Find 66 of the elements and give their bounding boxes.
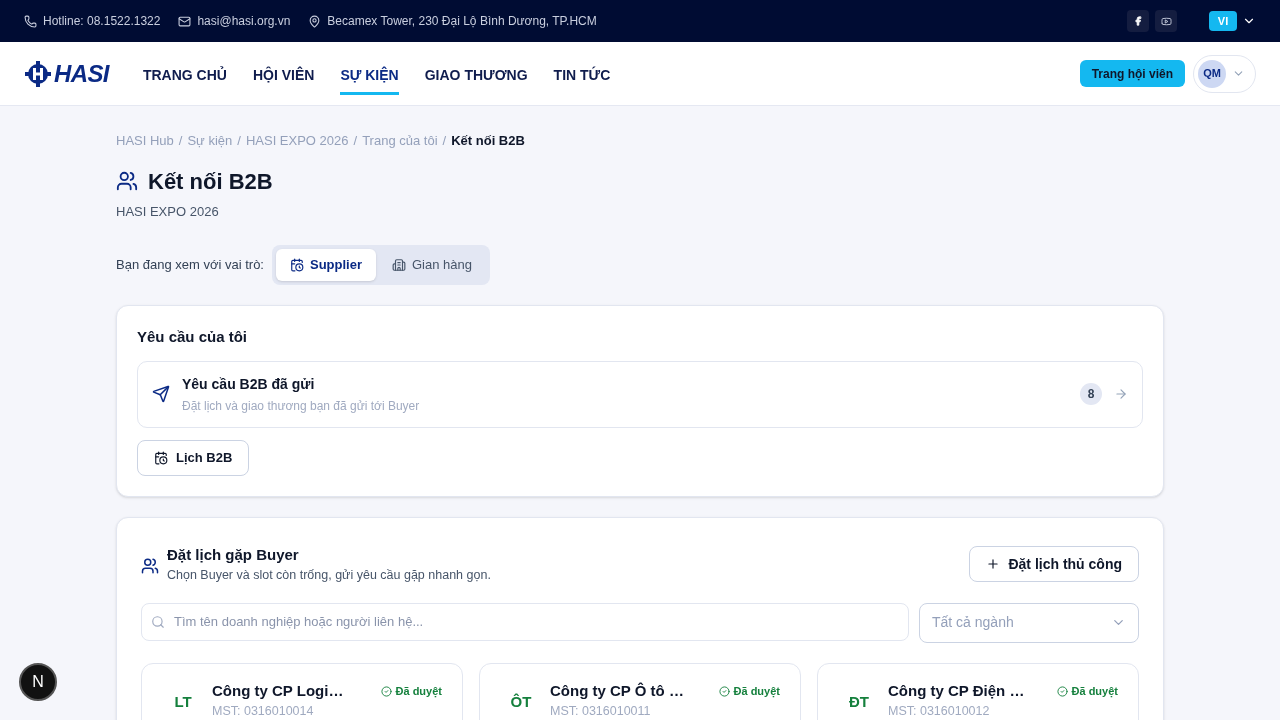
role-label: Bạn đang xem với vai trò: — [116, 256, 264, 275]
breadcrumb-separator: / — [178, 132, 183, 150]
member-page-button[interactable]: Trang hội viên — [1079, 60, 1185, 87]
nav-link[interactable]: TRANG CHỦ — [142, 58, 227, 95]
breadcrumb-separator: / — [442, 132, 447, 150]
tax-code: MST: 0316010012 — [888, 703, 991, 720]
role-tab[interactable]: Gian hàng — [378, 249, 486, 281]
status-label: Đã duyệt — [733, 683, 780, 700]
facebook-button[interactable] — [1127, 10, 1149, 32]
send-icon — [152, 385, 170, 403]
dev-tools-button[interactable]: N — [19, 663, 57, 701]
gear-icon — [24, 59, 52, 88]
search-field[interactable]: Tìm tên doanh nghiệp hoặc người liên hệ... — [141, 602, 909, 641]
manual-booking-button[interactable]: Đặt lịch thủ công — [969, 546, 1139, 583]
tax-code: MST: 0316010014 — [212, 703, 315, 720]
logo[interactable]: HASI — [24, 59, 109, 88]
tax-code: MST: 0316010011 — [550, 703, 652, 720]
building-icon — [392, 258, 406, 272]
status-label: Đã duyệt — [1071, 683, 1118, 700]
check-circle-icon — [380, 685, 392, 697]
address-text: Becamex Tower, 230 Đại Lộ Bình Dương, TP.HCM — [327, 13, 597, 30]
check-circle-icon — [1056, 685, 1068, 697]
initials: ĐT — [848, 691, 870, 712]
buyer-card[interactable]: ĐT Công ty CP Điện … MST: 0316010012 Đã duyệt — [817, 662, 1139, 720]
breadcrumb-link[interactable]: Kết nối B2B — [451, 131, 525, 151]
calendar-icon — [290, 258, 304, 272]
buyer-card[interactable]: LT Công ty CP Logi… MST: 0316010014 Đã duyệt — [141, 662, 463, 720]
buyer-card[interactable]: ÔT Công ty CP Ô tô … MST: 0316010011 Đã duyệt — [479, 662, 801, 720]
count-badge: 8 — [1080, 383, 1102, 405]
youtube-button[interactable] — [1155, 10, 1177, 32]
avatar: QM — [1198, 59, 1226, 88]
email-text: hasi@hasi.org.vn — [197, 13, 291, 30]
page-title: Kết nối B2B — [148, 167, 273, 196]
breadcrumb-separator: / — [237, 132, 241, 150]
company-name: Công ty CP Logi… — [212, 680, 345, 701]
card-subtitle: Chọn Buyer và slot còn trống, gửi yêu cầu gặp nhanh gọn. — [167, 567, 491, 584]
company-name: Công ty CP Điện … — [888, 680, 1026, 701]
users-icon — [116, 170, 138, 192]
calendar-icon — [154, 450, 168, 465]
location-icon — [308, 14, 322, 28]
calendar-button[interactable]: Lịch B2B — [137, 439, 250, 476]
mail-icon — [178, 14, 192, 28]
hotline-text: Hotline: 08.1522.1322 — [43, 13, 161, 30]
company-name: Công ty CP Ô tô … — [550, 680, 685, 701]
plus-icon — [986, 557, 1001, 572]
status-label: Đã duyệt — [395, 683, 442, 700]
nav-link[interactable]: TIN TỨC — [553, 58, 611, 95]
check-circle-icon — [718, 685, 730, 697]
breadcrumb-separator: / — [353, 132, 358, 150]
row-description: Đặt lịch và giao thương bạn đã gửi tới Buyer — [182, 397, 420, 415]
card-title: Yêu cầu của tôi — [137, 327, 249, 347]
phone-icon — [24, 14, 37, 28]
row-title: Yêu cầu B2B đã gửi — [182, 374, 316, 394]
nav-link[interactable]: SỰ KIỆN — [340, 58, 399, 95]
nav-link[interactable]: HỘI VIÊN — [252, 58, 315, 95]
page-subtitle: HASI EXPO 2026 — [116, 202, 220, 221]
facebook-icon — [1133, 16, 1143, 26]
card-title: Đặt lịch gặp Buyer — [167, 544, 300, 565]
initials: LT — [173, 691, 193, 712]
role-tab[interactable]: Supplier — [276, 249, 376, 281]
youtube-icon — [1160, 15, 1172, 27]
users-icon — [141, 557, 159, 576]
initials: ÔT — [509, 691, 533, 712]
search-icon — [151, 614, 165, 629]
nav-link[interactable]: GIAO THƯƠNG — [424, 58, 528, 95]
sent-requests-row[interactable]: Yêu cầu B2B đã gửi Đặt lịch và giao thương bạn đã gửi tới Buyer 8 — [137, 360, 1143, 428]
